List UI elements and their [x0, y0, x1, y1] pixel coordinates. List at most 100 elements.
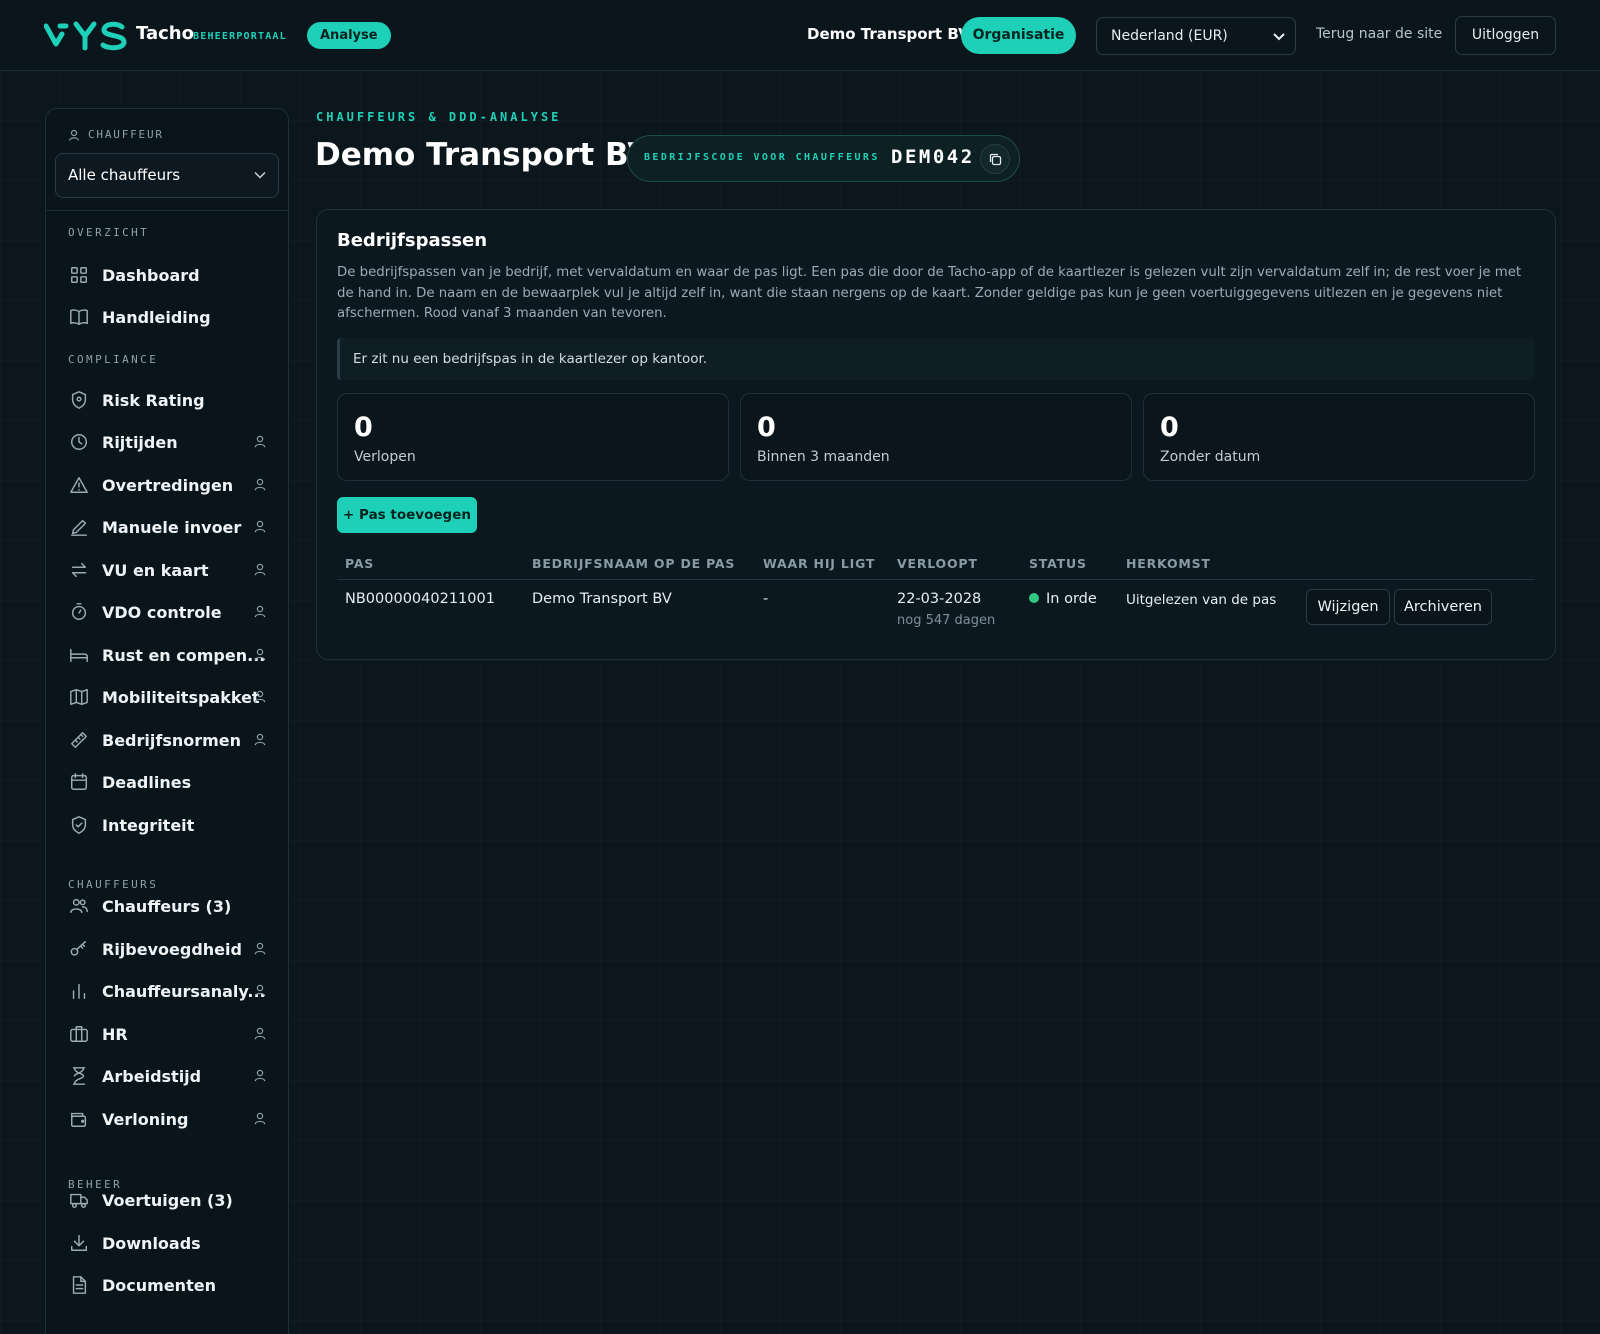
edit-button[interactable]: Wijzigen: [1306, 589, 1390, 625]
sidebar-item-21[interactable]: Documenten: [56, 1265, 278, 1305]
per-driver-icon: [254, 942, 266, 955]
per-driver-icon: [254, 984, 266, 997]
sidebar-item-5[interactable]: Manuele invoer: [56, 507, 278, 547]
clock-icon: [68, 431, 90, 453]
sidebar-item-13[interactable]: Chauffeurs (3): [56, 886, 278, 926]
back-to-site-link[interactable]: Terug naar de site: [1316, 26, 1442, 42]
sidebar-item-10[interactable]: Bedrijfsnormen: [56, 720, 278, 760]
sidebar-item-label: Handleiding: [102, 307, 211, 327]
brand-logo[interactable]: [44, 20, 128, 52]
ruler-icon: [68, 729, 90, 751]
per-driver-icon: [254, 690, 266, 703]
shield-icon: [68, 389, 90, 411]
status-text: In orde: [1046, 591, 1097, 607]
country-select-value: Nederland (EUR): [1111, 28, 1228, 44]
sidebar-item-0[interactable]: Dashboard: [56, 255, 278, 295]
download-icon: [68, 1232, 90, 1254]
cell-expires: 22-03-2028: [897, 591, 982, 607]
sidebar-item-label: Overtredingen: [102, 475, 234, 495]
sidebar-item-15[interactable]: Chauffeursanaly...: [56, 971, 278, 1011]
driver-filter-label: CHAUFFEUR: [68, 128, 164, 141]
card-reader-notice: Er zit nu een bedrijfspas in de kaartlez…: [337, 338, 1535, 380]
stat-value: 0: [757, 412, 776, 443]
stat-label: Binnen 3 maanden: [757, 449, 890, 465]
sidebar-item-7[interactable]: VDO controle: [56, 592, 278, 632]
sidebar-item-9[interactable]: Mobiliteitspakket: [56, 677, 278, 717]
sidebar-item-label: Downloads: [102, 1233, 201, 1253]
sidebar-item-label: Rijbevoegdheid: [102, 939, 242, 959]
panel-title: Bedrijfspassen: [337, 230, 488, 251]
sidebar-item-14[interactable]: Rijbevoegdheid: [56, 929, 278, 969]
sidebar-item-label: Integriteit: [102, 815, 195, 835]
country-select[interactable]: Nederland (EUR): [1096, 17, 1296, 55]
column-header-location: WAAR HIJ LIGT: [763, 556, 876, 571]
sidebar-item-12[interactable]: Integriteit: [56, 805, 278, 845]
per-driver-icon: [254, 435, 266, 448]
brand-name: Tacho: [136, 23, 194, 44]
sidebar-item-label: Dashboard: [102, 265, 200, 285]
organization-name: Demo Transport BV: [807, 25, 970, 43]
status-dot: [1029, 593, 1039, 603]
briefcase-icon: [68, 1023, 90, 1045]
sidebar-item-18[interactable]: Verloning: [56, 1099, 278, 1139]
page-kicker: CHAUFFEURS & DDD-ANALYSE: [316, 110, 562, 124]
company-code-value: DEM042: [891, 146, 975, 168]
sidebar-item-19[interactable]: Voertuigen (3): [56, 1180, 278, 1220]
sidebar: CHAUFFEUR Alle chauffeurs OVERZICHT COMP…: [45, 108, 289, 1334]
cell-pas: NB00000040211001: [345, 591, 495, 607]
stat-expired: 0 Verlopen: [337, 393, 729, 481]
brand-subtitle: BEHEERPORTAAL: [193, 31, 287, 42]
sidebar-item-label: Deadlines: [102, 772, 192, 792]
sidebar-item-1[interactable]: Handleiding: [56, 297, 278, 337]
sidebar-item-label: Arbeidstijd: [102, 1066, 202, 1086]
column-header-company: BEDRIJFSNAAM OP DE PAS: [532, 556, 736, 571]
cell-origin: Uitgelezen van de pas: [1126, 592, 1277, 608]
key-icon: [68, 938, 90, 960]
sidebar-item-4[interactable]: Overtredingen: [56, 465, 278, 505]
archive-button[interactable]: Archiveren: [1394, 589, 1492, 625]
shield-check-icon: [68, 814, 90, 836]
per-driver-icon: [254, 1027, 266, 1040]
sidebar-item-label: Manuele invoer: [102, 517, 242, 537]
sidebar-item-2[interactable]: Risk Rating: [56, 380, 278, 420]
column-header-expires: VERLOOPT: [897, 556, 978, 571]
per-driver-icon: [254, 563, 266, 576]
mode-pill[interactable]: Analyse: [307, 22, 391, 49]
add-card-button[interactable]: + Pas toevoegen: [337, 497, 477, 533]
per-driver-icon: [254, 605, 266, 618]
driver-select[interactable]: Alle chauffeurs: [55, 153, 279, 198]
company-cards-panel: Bedrijfspassen De bedrijfspassen van je …: [316, 209, 1556, 660]
panel-description: De bedrijfspassen van je bedrijf, met ve…: [337, 265, 1522, 322]
logout-button[interactable]: Uitloggen: [1455, 16, 1556, 55]
organization-button[interactable]: Organisatie: [961, 17, 1076, 54]
user-icon: [68, 129, 80, 141]
sidebar-item-6[interactable]: VU en kaart: [56, 550, 278, 590]
sidebar-item-label: Rust en compen...: [102, 645, 266, 665]
top-bar: Tacho BEHEERPORTAAL Analyse Demo Transpo…: [0, 0, 1600, 71]
sidebar-item-label: Chauffeursanaly...: [102, 981, 266, 1001]
sidebar-item-16[interactable]: HR: [56, 1014, 278, 1054]
sidebar-item-label: Bedrijfsnormen: [102, 730, 242, 750]
sidebar-item-17[interactable]: Arbeidstijd: [56, 1056, 278, 1096]
sidebar-item-11[interactable]: Deadlines: [56, 762, 278, 802]
per-driver-icon: [254, 733, 266, 746]
copy-code-button[interactable]: [980, 144, 1010, 174]
per-driver-icon: [254, 1069, 266, 1082]
stat-value: 0: [1160, 412, 1179, 443]
column-header-pas: PAS: [345, 556, 375, 571]
column-header-status: STATUS: [1029, 556, 1087, 571]
per-driver-icon: [254, 1112, 266, 1125]
stat-label: Zonder datum: [1160, 449, 1261, 465]
sidebar-item-20[interactable]: Downloads: [56, 1223, 278, 1263]
sidebar-item-label: VDO controle: [102, 602, 222, 622]
sidebar-item-label: Documenten: [102, 1275, 216, 1295]
map-icon: [68, 686, 90, 708]
sidebar-item-8[interactable]: Rust en compen...: [56, 635, 278, 675]
sidebar-item-label: Rijtijden: [102, 432, 178, 452]
table-header-divider: [337, 579, 1535, 580]
sidebar-item-label: Voertuigen (3): [102, 1190, 233, 1210]
sidebar-item-3[interactable]: Rijtijden: [56, 422, 278, 462]
sidebar-item-label: VU en kaart: [102, 560, 209, 580]
dashboard-icon: [68, 264, 90, 286]
sidebar-item-label: Risk Rating: [102, 390, 205, 410]
